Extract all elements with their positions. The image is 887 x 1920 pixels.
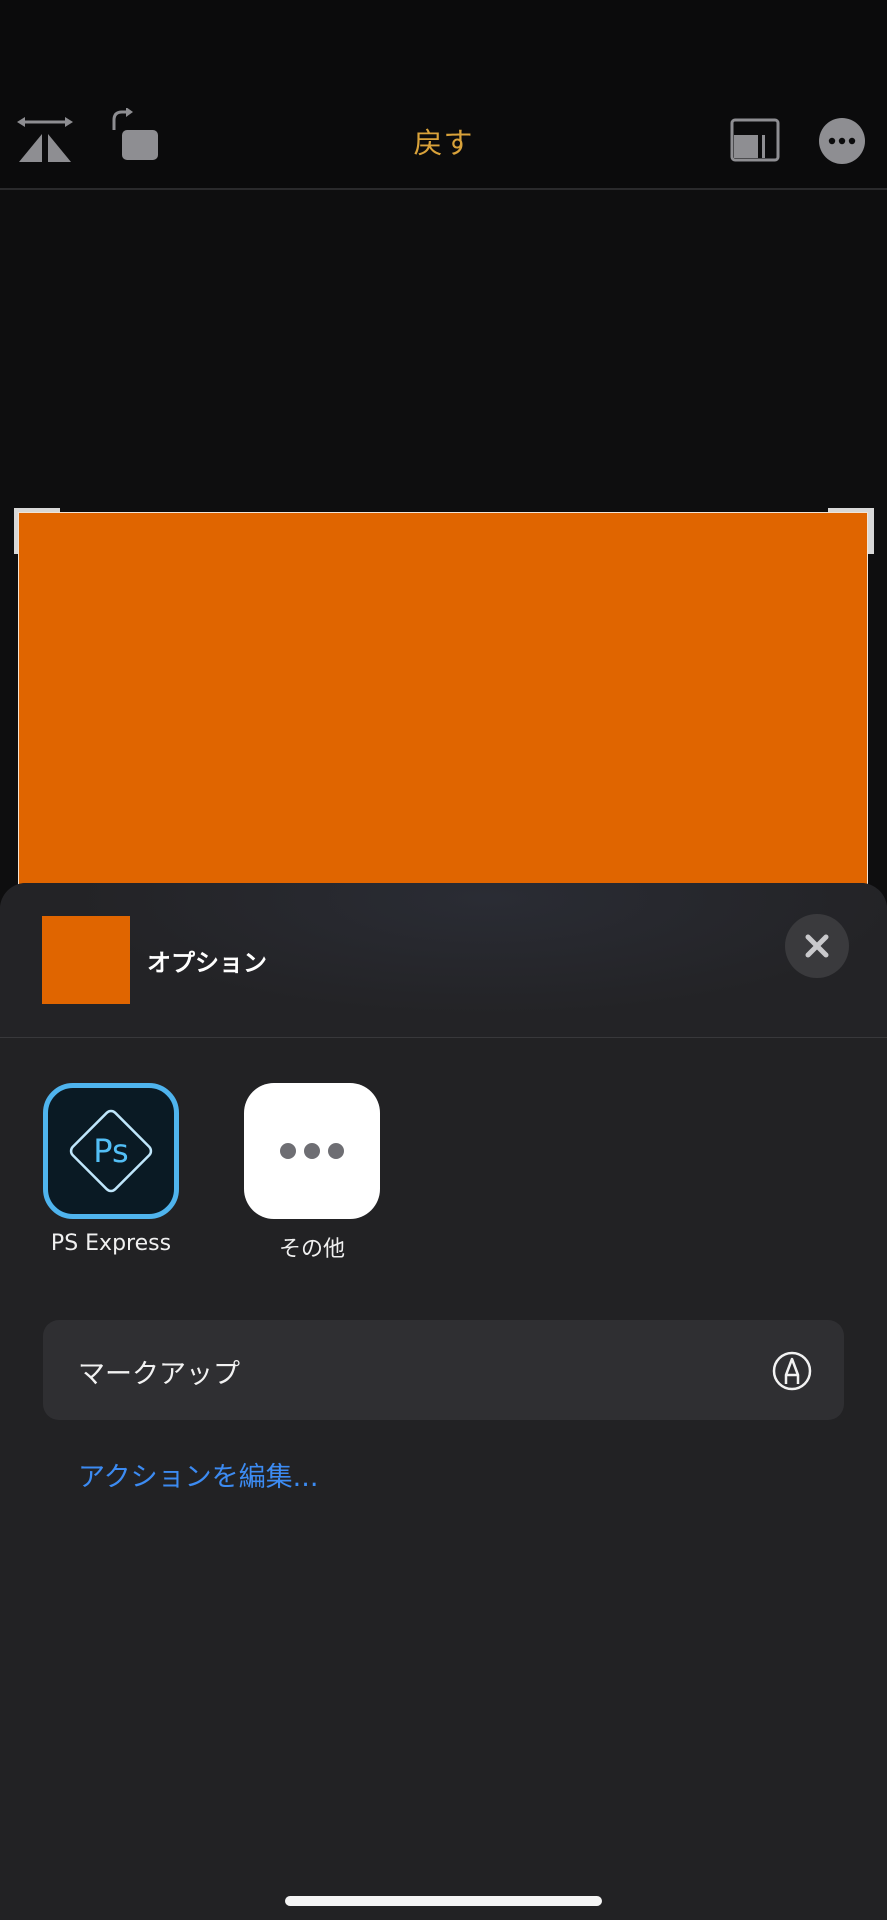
app-label: その他 xyxy=(278,1237,345,1262)
more-icon[interactable] xyxy=(814,108,874,168)
app-ps-express[interactable]: Ps PS Express xyxy=(31,1083,191,1256)
svg-text:Ps: Ps xyxy=(93,1132,128,1170)
share-sheet-header: オプション xyxy=(0,883,887,1038)
markup-label: マークアップ xyxy=(78,1359,240,1390)
markup-action-row[interactable]: マークアップ xyxy=(43,1320,844,1420)
photo-thumbnail xyxy=(42,916,130,1004)
share-sheet: オプション Ps PS Express その他 マークアップ アクションを編集.… xyxy=(0,883,887,1920)
home-indicator[interactable] xyxy=(285,1896,602,1906)
ps-express-icon: Ps xyxy=(43,1083,179,1219)
more-apps-icon xyxy=(244,1083,380,1219)
edit-actions-link[interactable]: アクションを編集... xyxy=(78,1455,318,1494)
crop-toolbar: 戻す xyxy=(0,0,887,190)
markup-pen-icon xyxy=(772,1351,812,1391)
photo-crop-screen: 戻す オプション Ps PS Express その他 マークアップ アクションを… xyxy=(0,0,887,1920)
aspect-ratio-icon[interactable] xyxy=(726,108,786,168)
options-button[interactable]: オプション xyxy=(147,943,267,978)
crop-canvas xyxy=(0,190,887,1114)
app-more[interactable]: その他 xyxy=(232,1083,392,1263)
app-label: PS Express xyxy=(50,1231,172,1256)
close-button[interactable] xyxy=(785,914,849,978)
